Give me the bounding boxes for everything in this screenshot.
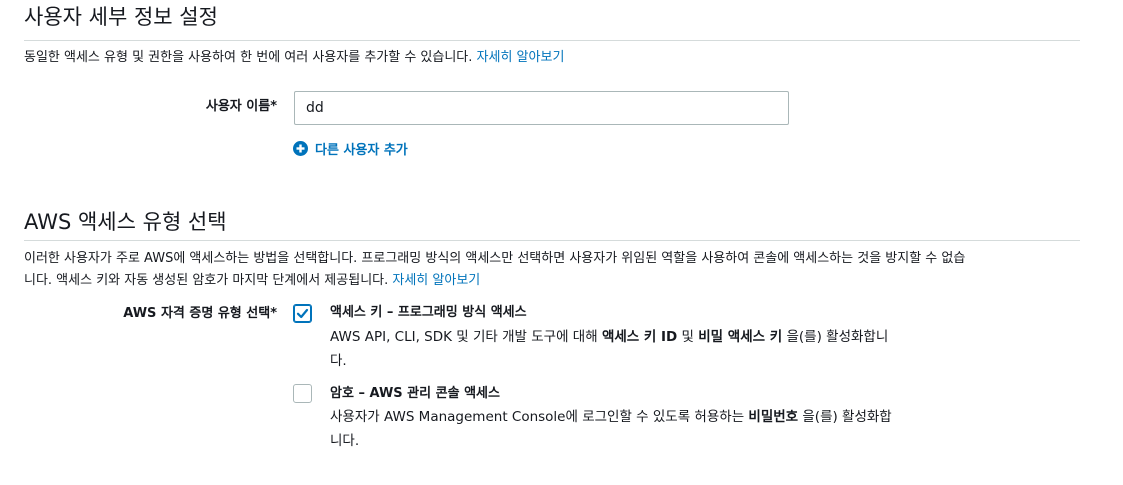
plus-circle-icon [293, 141, 308, 156]
section-divider [24, 240, 1080, 241]
learn-more-link[interactable]: 자세히 알아보기 [392, 273, 480, 288]
section-divider [24, 40, 1080, 41]
credential-type-label: AWS 자격 증명 유형 선택* [123, 306, 277, 321]
access-type-description-line2-wrap: 니다. 액세스 키와 자동 생성된 암호가 마지막 단계에서 제공됩니다. 자세… [24, 270, 1084, 292]
access-type-title: AWS 액세스 유형 선택 [24, 210, 227, 234]
secret-access-key-term: 비밀 액세스 키 [698, 329, 783, 345]
access-key-desc-conj: 및 [677, 329, 699, 345]
username-input[interactable] [294, 91, 789, 125]
checkmark-icon [296, 308, 309, 319]
access-key-desc-text: AWS API, CLI, SDK 및 기타 개발 도구에 대해 [330, 329, 602, 345]
password-desc-text: 사용자가 AWS Management Console에 로그인할 수 있도록 … [330, 409, 749, 425]
add-another-user-button[interactable]: 다른 사용자 추가 [293, 139, 408, 158]
access-key-desc-line2: 다. [330, 353, 347, 369]
password-term: 비밀번호 [748, 409, 799, 425]
password-desc-line2: 니다. [330, 433, 360, 449]
access-key-id-term: 액세스 키 ID [601, 329, 678, 345]
user-details-description: 동일한 액세스 유형 및 권한을 사용하여 한 번에 여러 사용자를 추가할 수… [24, 47, 564, 69]
add-another-user-label: 다른 사용자 추가 [315, 143, 408, 158]
username-label: 사용자 이름* [205, 99, 277, 114]
user-details-title: 사용자 세부 정보 설정 [24, 5, 218, 29]
learn-more-link[interactable]: 자세히 알아보기 [477, 50, 565, 65]
access-type-description-line2: 니다. 액세스 키와 자동 생성된 암호가 마지막 단계에서 제공됩니다. [24, 273, 389, 288]
access-key-checkbox[interactable] [293, 304, 312, 323]
user-details-description-text: 동일한 액세스 유형 및 권한을 사용하여 한 번에 여러 사용자를 추가할 수… [24, 50, 473, 65]
access-key-desc-tail: 을(를) 활성화합니 [782, 329, 889, 345]
access-type-description: 이러한 사용자가 주로 AWS에 액세스하는 방법을 선택합니다. 프로그래밍 … [24, 248, 1084, 292]
access-key-option-title: 액세스 키 – 프로그래밍 방식 액세스 [330, 305, 527, 320]
password-checkbox[interactable] [293, 384, 312, 403]
password-desc-tail: 을(를) 활성화합 [798, 409, 892, 425]
access-key-option-description: AWS API, CLI, SDK 및 기타 개발 도구에 대해 액세스 키 I… [330, 325, 930, 373]
password-option-title: 암호 – AWS 관리 콘솔 액세스 [330, 386, 500, 401]
password-option-description: 사용자가 AWS Management Console에 로그인할 수 있도록 … [330, 405, 930, 453]
access-type-description-line1: 이러한 사용자가 주로 AWS에 액세스하는 방법을 선택합니다. 프로그래밍 … [24, 251, 966, 266]
